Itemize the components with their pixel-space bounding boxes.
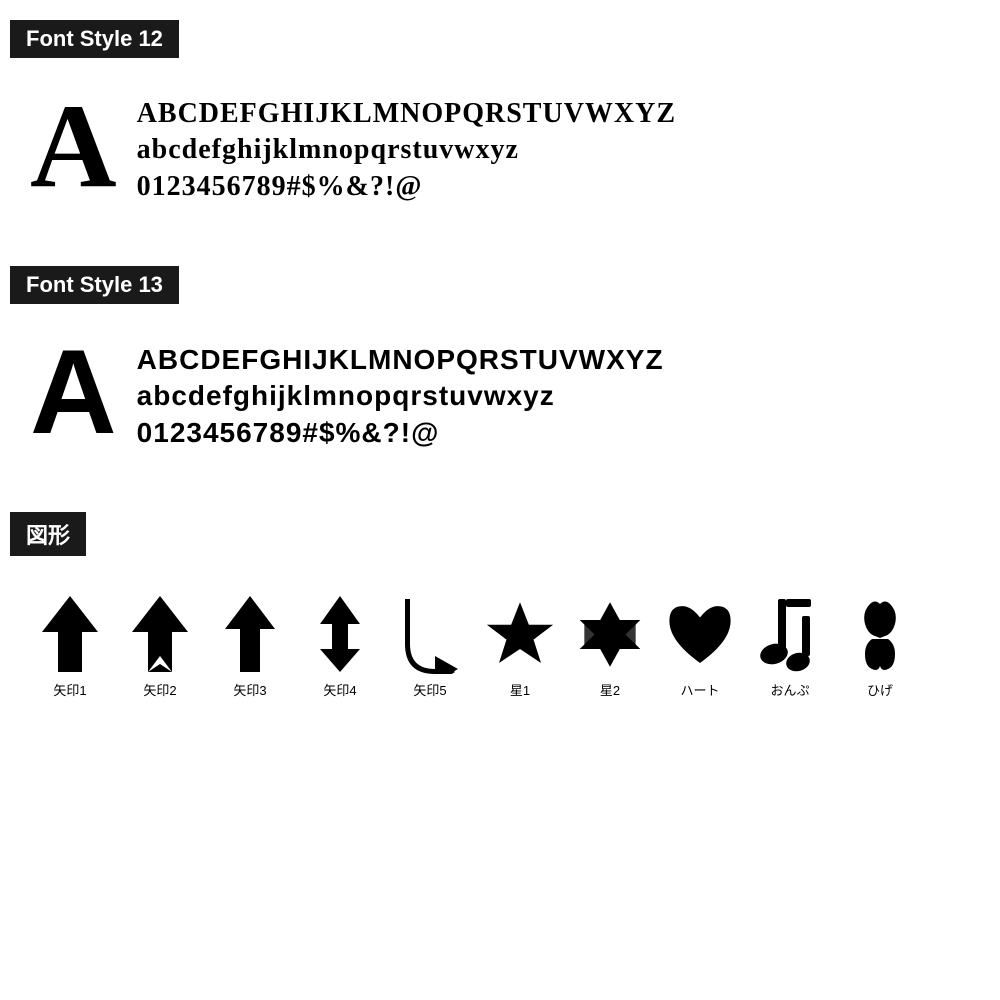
font-style-12-row-1: ABCDEFGHIJKLMNOPQRSTUVWXYZ [137,96,676,132]
star2-icon [575,594,645,674]
font-style-13-row-3: 0123456789#$%&?!@ [137,415,664,451]
arrow4-icon [305,594,375,674]
shape-arrow1: 矢印1 [30,594,110,699]
shapes-grid: 矢印1 矢印2 矢印3 [10,574,990,709]
arrow5-icon [395,594,465,674]
heart-icon [665,594,735,674]
font-style-12-row-3: 0123456789#$%&?!@ [137,169,676,205]
shape-star2: 星2 [570,594,650,699]
star1-icon [485,594,555,674]
shape-music: おんぷ [750,594,830,699]
music-icon [755,594,825,674]
page: Font Style 12 A ABCDEFGHIJKLMNOPQRSTUVWX… [0,0,1000,729]
font-style-13-demo: A ABCDEFGHIJKLMNOPQRSTUVWXYZ abcdefghijk… [10,322,990,482]
arrow4-label: 矢印4 [323,680,356,699]
font-style-12-charset: ABCDEFGHIJKLMNOPQRSTUVWXYZ abcdefghijklm… [137,86,676,205]
font-style-13-row-2: abcdefghijklmnopqrstuvwxyz [137,378,664,414]
shapes-header: 図形 [10,512,86,556]
font-style-12-row-2: abcdefghijklmnopqrstuvwxyz [137,132,676,168]
shapes-section: 図形 矢印1 矢印2 [10,512,990,709]
shape-mustache: ひげ [840,594,920,699]
font-style-13-charset: ABCDEFGHIJKLMNOPQRSTUVWXYZ abcdefghijklm… [137,332,664,451]
font-style-12-section: Font Style 12 A ABCDEFGHIJKLMNOPQRSTUVWX… [10,20,990,236]
font-style-12-demo: A ABCDEFGHIJKLMNOPQRSTUVWXYZ abcdefghijk… [10,76,990,236]
font-style-13-header: Font Style 13 [10,266,179,304]
heart-label: ハート [680,680,719,699]
font-style-13-big-letter: A [30,332,117,452]
arrow3-label: 矢印3 [233,680,266,699]
mustache-label: ひげ [867,680,893,699]
font-style-12-header: Font Style 12 [10,20,179,58]
shape-arrow3: 矢印3 [210,594,290,699]
arrow2-icon [125,594,195,674]
shape-arrow5: 矢印5 [390,594,470,699]
font-style-12-big-letter: A [30,86,117,206]
shape-arrow2: 矢印2 [120,594,200,699]
arrow1-icon [35,594,105,674]
shape-arrow4: 矢印4 [300,594,380,699]
mustache-icon [845,594,915,674]
music-label: おんぷ [770,680,809,699]
font-style-13-section: Font Style 13 A ABCDEFGHIJKLMNOPQRSTUVWX… [10,266,990,482]
arrow5-label: 矢印5 [413,680,446,699]
font-style-13-row-1: ABCDEFGHIJKLMNOPQRSTUVWXYZ [137,342,664,378]
arrow3-icon [215,594,285,674]
star2-label: 星2 [600,680,620,699]
arrow2-label: 矢印2 [143,680,176,699]
shape-star1: 星1 [480,594,560,699]
shape-heart: ハート [660,594,740,699]
arrow1-label: 矢印1 [53,680,86,699]
star1-label: 星1 [510,680,530,699]
